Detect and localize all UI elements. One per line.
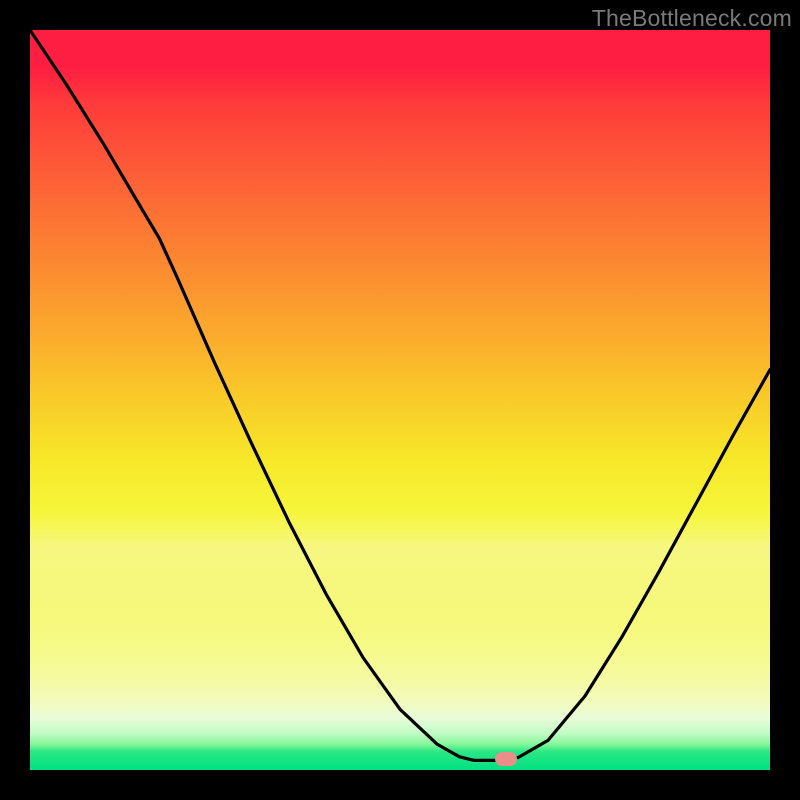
watermark-text: TheBottleneck.com <box>592 5 792 32</box>
chart-frame: TheBottleneck.com <box>0 0 800 800</box>
plot-area <box>30 30 770 770</box>
bottleneck-curve <box>30 30 770 770</box>
minimum-marker <box>495 752 517 766</box>
